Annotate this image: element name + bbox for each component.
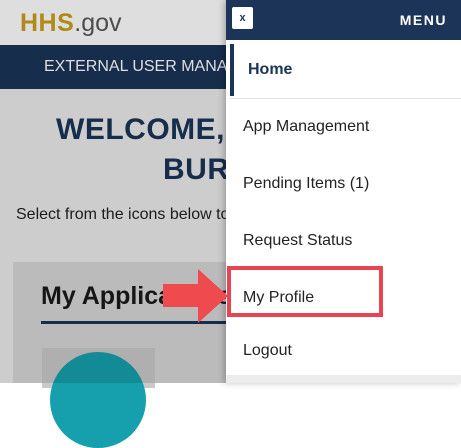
menu-item-label: Request Status [243, 232, 353, 249]
menu-item-label: Logout [243, 342, 292, 359]
menu-title: MENU [399, 12, 447, 28]
menu-item-label: Home [248, 61, 293, 78]
menu-item-pending-items[interactable]: Pending Items (1) [226, 158, 461, 210]
menu-item-app-management[interactable]: App Management [226, 101, 461, 153]
menu-item-home[interactable]: Home [226, 44, 461, 96]
menu-item-label: Pending Items (1) [243, 175, 370, 192]
menu-panel: x MENU Home App Management Pending Items… [226, 0, 461, 383]
menu-divider [230, 98, 461, 99]
arrow-head-icon [198, 269, 228, 323]
menu-header: x MENU [226, 0, 461, 40]
menu-item-request-status[interactable]: Request Status [226, 215, 461, 267]
menu-footer-strip [226, 375, 461, 383]
menu-item-label: App Management [243, 118, 370, 135]
close-menu-button[interactable]: x [232, 7, 253, 29]
right-arrow-icon [163, 284, 203, 307]
menu-item-logout[interactable]: Logout [226, 325, 461, 377]
menu-item-label: My Profile [243, 289, 315, 306]
menu-item-my-profile[interactable]: My Profile [226, 272, 461, 324]
